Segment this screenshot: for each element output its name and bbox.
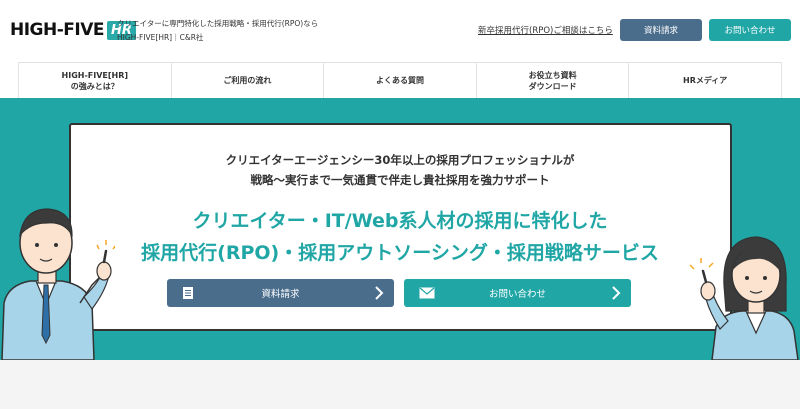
mail-icon (419, 287, 435, 299)
consult-link[interactable]: 新卒採用代行(RPO)ご相談はこちら (478, 24, 613, 36)
nav-label: よくある質問 (375, 76, 424, 85)
header-doc-request-button[interactable]: 資料請求 (620, 19, 702, 41)
hero-doc-request-label: 資料請求 (261, 289, 300, 300)
site-header: HIGH-FIVE HR クリエイターに専門特化した採用戦略・採用代行(RPO)… (0, 0, 800, 62)
businesswoman-illustration (689, 236, 799, 360)
businessman-illustration (1, 208, 115, 360)
hero-subtitle: クリエイターエージェンシー30年以上の採用プロフェッショナルが 戦略〜実行まで一… (0, 150, 800, 190)
nav-item-downloads[interactable]: お役立ち資料 ダウンロード (477, 63, 630, 98)
nav-label: HRメディア (683, 76, 728, 85)
nav-label: HIGH-FIVE[HR] (61, 70, 129, 80)
hero-headline: クリエイター・IT/Web系人材の採用に特化した 採用代行(RPO)・採用アウト… (0, 205, 800, 269)
below-hero-area (0, 360, 800, 409)
tagline-line-1: クリエイターに専門特化した採用戦略・採用代行(RPO)なら (117, 19, 319, 28)
nav-item-faq[interactable]: よくある質問 (324, 63, 477, 98)
nav-label: ダウンロード (528, 81, 577, 91)
hero-subtitle-line-2: 戦略〜実行まで一気通貫で伴走し貴社採用を強力サポート (250, 173, 550, 187)
document-icon (183, 287, 193, 299)
header-tagline: クリエイターに専門特化した採用戦略・採用代行(RPO)なら HIGH-FIVE[… (117, 17, 318, 45)
nav-label: ご利用の流れ (223, 76, 272, 85)
chevron-right-icon (612, 286, 621, 300)
hero-subtitle-line-1: クリエイターエージェンシー30年以上の採用プロフェッショナルが (225, 153, 575, 167)
hero-headline-line-2: 採用代行(RPO)・採用アウトソーシング・採用戦略サービス (141, 242, 659, 264)
hero-doc-request-button[interactable]: 資料請求 (167, 279, 394, 307)
nav-label: の強みとは？ (70, 81, 119, 91)
hero-headline-line-1: クリエイター・IT/Web系人材の採用に特化した (192, 210, 608, 232)
hero-contact-label: お問い合わせ (488, 289, 546, 300)
nav-item-flow[interactable]: ご利用の流れ (172, 63, 325, 98)
chevron-right-icon (375, 286, 384, 300)
hero-contact-button[interactable]: お問い合わせ (404, 279, 631, 307)
logo-text: HIGH-FIVE (10, 20, 105, 40)
nav-item-hr-media[interactable]: HRメディア (629, 63, 782, 98)
header-contact-button[interactable]: お問い合わせ (709, 19, 791, 41)
nav-item-strengths[interactable]: HIGH-FIVE[HR] の強みとは？ (18, 63, 172, 98)
main-nav: HIGH-FIVE[HR] の強みとは？ ご利用の流れ よくある質問 お役立ち資料… (18, 62, 782, 98)
tagline-line-2: HIGH-FIVE[HR]｜C&R社 (117, 33, 204, 42)
nav-label: お役立ち資料 (528, 70, 577, 80)
